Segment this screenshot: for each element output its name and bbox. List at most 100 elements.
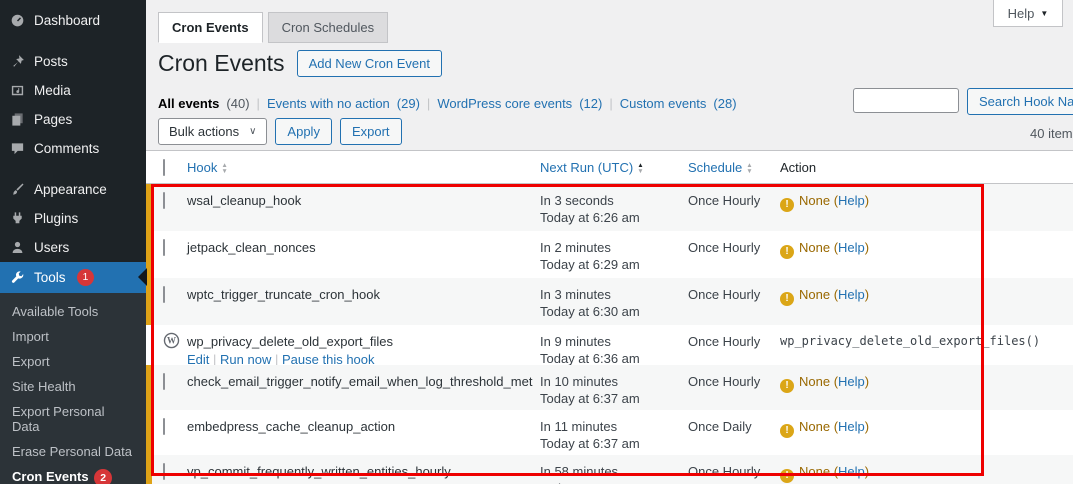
sidebar-item-dashboard[interactable]: Dashboard — [0, 6, 146, 35]
sort-desc-icon: ▼ — [221, 167, 228, 175]
next-run-relative: In 11 minutes — [540, 419, 618, 434]
filter-all-events[interactable]: All events — [158, 96, 219, 111]
tools-submenu: Available Tools Import Export Site Healt… — [0, 292, 146, 484]
filter-count: (28) — [713, 96, 737, 111]
filter-count: (12) — [579, 96, 603, 111]
schedule-value: Once Hourly — [688, 287, 761, 302]
search-input[interactable] — [853, 88, 959, 113]
filter-no-action[interactable]: Events with no action — [267, 96, 390, 111]
row-checkbox[interactable] — [163, 418, 165, 435]
help-link[interactable]: Help — [838, 287, 865, 302]
sidebar-item-label: Posts — [34, 54, 68, 69]
sort-icons: ▲ ▼ — [221, 163, 227, 174]
action-none-label: None — [799, 374, 831, 389]
warning-icon: ! — [780, 424, 794, 438]
next-run-absolute: Today at 6:37 am — [540, 436, 640, 451]
tab-cron-schedules[interactable]: Cron Schedules — [267, 12, 389, 43]
wordpress-logo-icon: W — [163, 332, 180, 349]
sidebar-item-label: Tools — [34, 269, 66, 285]
next-run-relative: In 10 minutes — [540, 374, 619, 389]
hook-name: check_email_trigger_notify_email_when_lo… — [187, 374, 533, 389]
hook-name: embedpress_cache_cleanup_action — [187, 419, 396, 434]
select-all-checkbox[interactable] — [163, 159, 165, 176]
submenu-item-export[interactable]: Export — [0, 349, 146, 374]
apply-button[interactable]: Apply — [275, 118, 332, 145]
table-row: check_email_trigger_notify_email_when_lo… — [146, 365, 1073, 410]
help-link[interactable]: Help — [838, 419, 865, 434]
chevron-down-icon: ∨ — [249, 126, 257, 137]
sidebar-item-tools[interactable]: Tools 1 — [0, 262, 147, 293]
help-link[interactable]: Help — [838, 240, 865, 255]
next-run-relative: In 58 minutes — [540, 464, 619, 479]
action-none-label: None — [799, 287, 831, 302]
tools-badge: 1 — [76, 269, 95, 286]
sidebar-item-plugins[interactable]: Plugins — [0, 204, 146, 233]
row-checkbox[interactable] — [163, 239, 165, 256]
sort-next-run-header[interactable]: Next Run (UTC) — [540, 160, 633, 175]
submenu-item-site-health[interactable]: Site Health — [0, 374, 146, 399]
warning-icon: ! — [780, 292, 794, 306]
sidebar-item-users[interactable]: Users — [0, 233, 146, 262]
bulk-actions-select[interactable]: Bulk actions ∨ — [158, 118, 268, 145]
cron-events-table: Hook ▲ ▼ Next Run (UTC) ▲ ▼ Schedule ▲ ▼ Actio… — [146, 150, 1073, 484]
action-none-label: None — [799, 193, 831, 208]
pages-icon — [12, 113, 23, 126]
export-button[interactable]: Export — [339, 118, 402, 145]
add-new-cron-event-button[interactable]: Add New Cron Event — [296, 50, 442, 77]
row-checkbox[interactable] — [163, 192, 165, 209]
admin-sidebar: Dashboard Posts Media Pages Comments App… — [0, 0, 147, 484]
svg-text:W: W — [167, 336, 176, 346]
sidebar-item-label: Pages — [34, 112, 73, 127]
tab-cron-events[interactable]: Cron Events — [158, 12, 263, 43]
help-link[interactable]: Help — [838, 374, 865, 389]
paren: ) — [864, 419, 870, 434]
submenu-item-export-personal-data[interactable]: Export Personal Data — [0, 399, 146, 439]
help-toggle[interactable]: Help ▼ — [993, 0, 1063, 27]
filter-count: (29) — [396, 96, 420, 111]
tab-bar: Cron Events Cron Schedules — [158, 12, 393, 43]
action-callback: wp_privacy_delete_old_export_files() — [780, 334, 1041, 348]
schedule-value: Once Daily — [688, 419, 752, 434]
submenu-item-available-tools[interactable]: Available Tools — [0, 299, 146, 324]
filter-core-events[interactable]: WordPress core events — [437, 96, 572, 111]
hook-name: wp_privacy_delete_old_export_files — [187, 334, 393, 349]
row-checkbox[interactable] — [163, 463, 165, 480]
sidebar-item-appearance[interactable]: Appearance — [0, 175, 146, 204]
submenu-item-import[interactable]: Import — [0, 324, 146, 349]
filter-custom-events[interactable]: Custom events — [620, 96, 707, 111]
action-none-label: None — [799, 464, 831, 479]
sort-desc-icon: ▼ — [637, 167, 644, 175]
hook-name: wsal_cleanup_hook — [187, 193, 302, 208]
row-checkbox[interactable] — [163, 286, 165, 303]
sidebar-item-label: Media — [34, 83, 71, 98]
schedule-value: Once Hourly — [688, 240, 761, 255]
chevron-down-icon: ▼ — [1040, 8, 1049, 18]
sidebar-item-posts[interactable]: Posts — [0, 47, 146, 76]
table-row: vp_commit_frequently_written_entities_ho… — [146, 455, 1073, 484]
paren: ) — [864, 193, 870, 208]
warning-icon: ! — [780, 245, 794, 259]
sidebar-item-comments[interactable]: Comments — [0, 134, 146, 163]
items-count: 40 items — [1030, 126, 1073, 141]
help-link[interactable]: Help — [838, 464, 865, 479]
warning-icon: ! — [780, 198, 794, 212]
sidebar-item-label: Plugins — [34, 211, 79, 226]
submenu-item-erase-personal-data[interactable]: Erase Personal Data — [0, 439, 146, 464]
schedule-value: Once Hourly — [688, 193, 761, 208]
submenu-item-label: Cron Events — [12, 468, 89, 484]
main-content: Help ▼ Cron Events Cron Schedules Cron E… — [146, 0, 1073, 484]
separator: | — [426, 96, 431, 111]
row-checkbox[interactable] — [163, 373, 165, 390]
search-hook-names-button[interactable]: Search Hook Names — [967, 88, 1073, 115]
action-none-label: None — [799, 419, 831, 434]
page-title: Cron Events — [158, 50, 285, 76]
help-link[interactable]: Help — [838, 193, 865, 208]
sort-hook-header[interactable]: Hook — [187, 160, 217, 175]
next-run-relative: In 3 minutes — [540, 287, 611, 302]
next-run-relative: In 2 minutes — [540, 240, 611, 255]
sidebar-item-pages[interactable]: Pages — [0, 105, 146, 134]
submenu-item-cron-events[interactable]: Cron Events 2 — [0, 464, 146, 484]
sidebar-item-media[interactable]: Media — [0, 76, 146, 105]
table-header: Hook ▲ ▼ Next Run (UTC) ▲ ▼ Schedule ▲ ▼ Actio… — [146, 150, 1073, 184]
sort-schedule-header[interactable]: Schedule — [688, 160, 742, 175]
